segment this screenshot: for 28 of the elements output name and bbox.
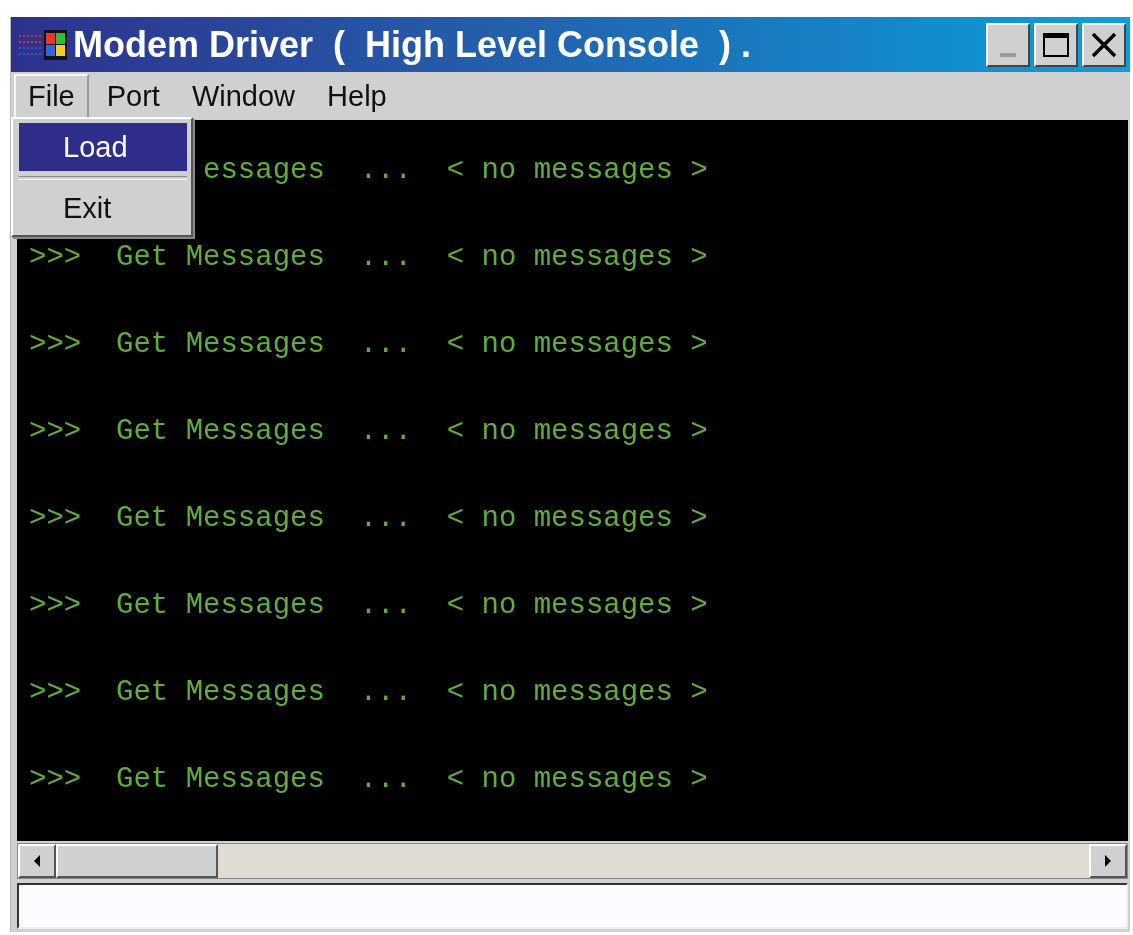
console-line: >>> Get Messages ... < no messages > — [29, 241, 708, 274]
console-line: >>> Get Messages ... < no messages > — [29, 589, 708, 622]
console-line: >>> Get Messages ... < no messages > — [29, 676, 708, 709]
console-line: essages ... < no messages > — [203, 154, 708, 187]
console-line: >>> Get Messages ... < no messages > — [29, 415, 708, 448]
console-line: >>> Get Messages ... < no messages > — [29, 328, 708, 361]
status-field[interactable] — [17, 883, 1128, 929]
window-title: Modem Driver ( High Level Console ) . — [73, 23, 753, 66]
minimize-icon — [1000, 52, 1016, 57]
console-line: >>> Get Messages ... < no messages > — [29, 763, 708, 796]
scroll-thumb[interactable] — [56, 844, 218, 878]
scroll-left-button[interactable] — [18, 844, 56, 878]
maximize-button[interactable] — [1034, 22, 1078, 67]
app-logo-icon — [17, 27, 69, 62]
menu-item[interactable]: Port — [92, 73, 174, 119]
menu-item[interactable]: Window — [177, 73, 310, 119]
console-line: >>> Get Messages ... < no messages > — [29, 502, 708, 535]
menu-item[interactable]: Help — [313, 73, 401, 119]
horizontal-scrollbar[interactable] — [17, 843, 1128, 879]
menu-entry[interactable]: Exit — [19, 185, 187, 231]
right-arrow-icon — [1103, 854, 1113, 868]
maximize-icon — [1042, 31, 1070, 58]
minimize-button[interactable] — [986, 22, 1030, 67]
menu-entry[interactable]: Load — [19, 123, 187, 171]
close-button[interactable] — [1082, 22, 1126, 67]
left-arrow-icon — [32, 854, 42, 868]
close-icon — [1090, 30, 1118, 59]
scroll-right-button[interactable] — [1089, 844, 1127, 878]
